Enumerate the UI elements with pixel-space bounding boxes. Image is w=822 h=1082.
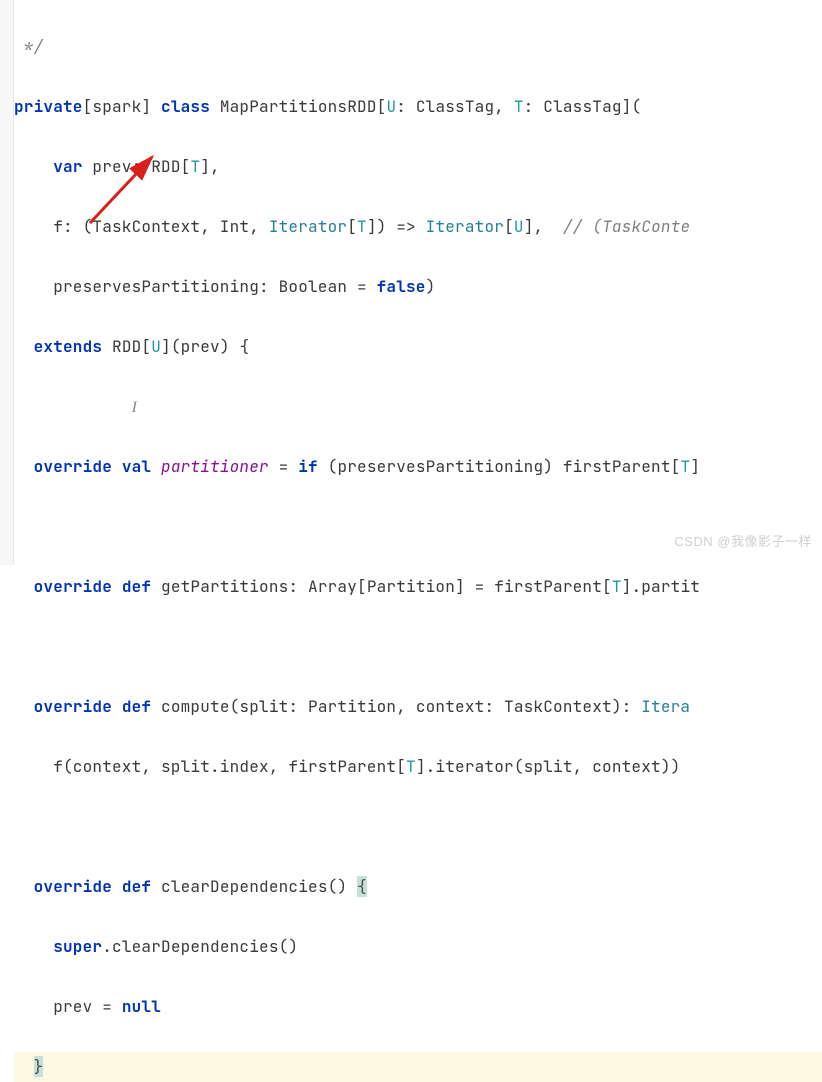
text: [ <box>504 216 514 237</box>
keyword-var: var <box>53 156 82 177</box>
comment-end: */ <box>14 36 43 57</box>
type-t: T <box>406 756 416 777</box>
type-t: T <box>680 456 690 477</box>
method-cleardependencies: clearDependencies() <box>161 876 357 897</box>
comment: // (TaskConte <box>563 216 690 237</box>
keyword-false: false <box>377 276 426 297</box>
text: ].iterator(split, context)) <box>416 756 681 777</box>
type-itera: Itera <box>641 696 690 717</box>
keyword-override: override <box>34 456 112 477</box>
method-getpartitions: getPartitions: Array[Partition] = firstP… <box>161 576 612 597</box>
keyword-override: override <box>34 696 112 717</box>
text: ], <box>200 156 220 177</box>
type-t: T <box>190 156 200 177</box>
text: ]) => <box>367 216 426 237</box>
keyword-def: def <box>112 696 161 717</box>
keyword-def: def <box>112 576 161 597</box>
keyword-def: def <box>112 876 161 897</box>
text: = <box>269 456 298 477</box>
text: RDD[ <box>102 336 151 357</box>
text: ], <box>524 216 563 237</box>
text: ].partit <box>622 576 700 597</box>
type-t: T <box>514 96 524 117</box>
text: ) <box>426 276 436 297</box>
brace-close: } <box>34 1056 44 1077</box>
type-u: U <box>514 216 524 237</box>
keyword-private: private <box>14 96 83 117</box>
text: f: (TaskContext, Int, <box>14 216 269 237</box>
text: : ClassTag, <box>396 96 514 117</box>
text: ] <box>690 456 700 477</box>
keyword-override: override <box>34 576 112 597</box>
text: ](prev) { <box>161 336 249 357</box>
keyword-class: class <box>161 96 210 117</box>
gutter <box>0 0 14 565</box>
text: prev: <box>83 156 152 177</box>
text-cursor: I <box>132 399 138 416</box>
text: f(context, split.index, firstParent[ <box>34 756 406 777</box>
class-name: MapPartitionsRDD[ <box>210 96 386 117</box>
method-compute: compute(split: Partition, context: TaskC… <box>161 696 641 717</box>
keyword-val: val <box>112 456 161 477</box>
type-t: T <box>357 216 367 237</box>
text: prev = <box>34 996 122 1017</box>
text: preservesPartitioning: Boolean = <box>14 276 377 297</box>
type-rdd: RDD <box>151 156 180 177</box>
brace-open: { <box>357 876 367 897</box>
type-u: U <box>386 96 396 117</box>
keyword-extends: extends <box>34 336 103 357</box>
type-u: U <box>151 336 161 357</box>
text: .clearDependencies() <box>102 936 298 957</box>
keyword-super: super <box>53 936 102 957</box>
type-t: T <box>612 576 622 597</box>
text: : ClassTag]( <box>524 96 642 117</box>
type-iterator: Iterator <box>426 216 504 237</box>
watermark: CSDN @我像影子一样 <box>674 527 812 557</box>
keyword-null: null <box>122 996 161 1017</box>
keyword-if: if <box>298 456 318 477</box>
scope: [spark] <box>83 96 161 117</box>
text: [ <box>347 216 357 237</box>
member-partitioner: partitioner <box>161 456 269 477</box>
text: (preservesPartitioning) firstParent[ <box>318 456 681 477</box>
text: [ <box>181 156 191 177</box>
keyword-override: override <box>34 876 112 897</box>
type-iterator: Iterator <box>269 216 347 237</box>
